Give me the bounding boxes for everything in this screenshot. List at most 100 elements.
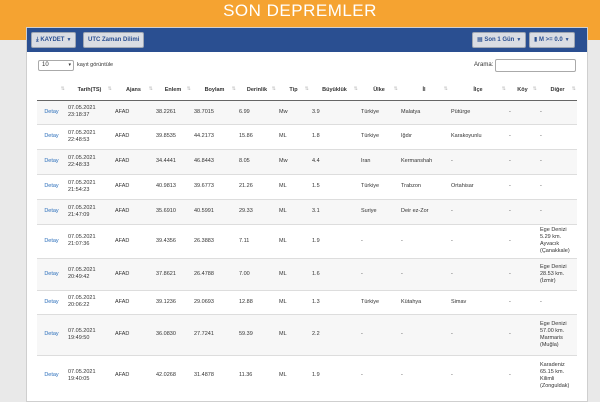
table-cell: Malatya	[399, 99, 449, 124]
table-cell: 37.8621	[154, 257, 192, 290]
table-cell: -	[538, 289, 577, 314]
table-cell: 31.4878	[192, 354, 237, 396]
page-title: SON DEPREMLER	[223, 1, 377, 20]
detail-link[interactable]: Detay	[37, 223, 66, 258]
table-cell: -	[507, 354, 538, 396]
table-cell: -	[538, 198, 577, 224]
detail-link[interactable]: Detay	[37, 354, 66, 396]
column-header-label: İlçe	[473, 87, 483, 94]
table-header-row: ⇅ Tarih(TS) ⇅ Ajans ⇅ Enlem ⇅ Boylam ⇅ Derinlik ⇅ T…	[37, 81, 577, 101]
signal-bars-icon: ▮	[534, 37, 538, 43]
column-header-1[interactable]: Tarih(TS) ⇅	[66, 81, 113, 101]
column-header-3[interactable]: Enlem ⇅	[154, 81, 192, 101]
table-cell: 1.5	[310, 173, 359, 199]
column-header-label: Köy	[517, 87, 528, 94]
table-cell: Karakoyunlu	[449, 123, 507, 149]
page-length-select[interactable]: 10 ▾	[38, 60, 74, 71]
time-range-button[interactable]: ▦ Son 1 Gün ▼	[472, 32, 527, 48]
table-cell: 6.99	[237, 99, 277, 124]
table-cell: AFAD	[113, 173, 154, 199]
table-cell: -	[449, 354, 507, 396]
toolbar: ⤓ KAYDET ▼ UTC Zaman Dilimi ▦ Son 1 Gün ▼ …	[27, 28, 587, 52]
earthquake-table: ⇅ Tarih(TS) ⇅ Ajans ⇅ Enlem ⇅ Boylam ⇅ Derinlik ⇅ T…	[37, 81, 577, 396]
table-cell: Ege Denizi 28.53 km. (İzmir)	[538, 257, 577, 290]
column-header-8[interactable]: Ülke ⇅	[359, 81, 399, 101]
sort-icon: ⇅	[304, 86, 309, 92]
table-cell: AFAD	[113, 123, 154, 149]
table-cell: 1.9	[310, 354, 359, 396]
table-cell: AFAD	[113, 148, 154, 174]
table-cell: 1.3	[310, 289, 359, 314]
table-cell: 39.4356	[154, 223, 192, 258]
table-cell: 07.05.2021 23:18:37	[66, 99, 113, 124]
column-header-4[interactable]: Boylam ⇅	[192, 81, 237, 101]
table-cell: -	[359, 257, 399, 290]
utc-timezone-button[interactable]: UTC Zaman Dilimi	[83, 32, 145, 48]
table-cell: -	[399, 354, 449, 396]
detail-link[interactable]: Detay	[37, 257, 66, 290]
table-cell: AFAD	[113, 198, 154, 224]
table-cell: -	[399, 313, 449, 355]
table-cell: -	[507, 123, 538, 149]
table-cell: ML	[277, 313, 310, 355]
table-cell: 26.4788	[192, 257, 237, 290]
table-cell: ML	[277, 198, 310, 224]
column-header-12[interactable]: Diğer ⇅	[538, 81, 577, 101]
column-header-0[interactable]: ⇅	[37, 81, 66, 101]
sort-icon: ⇅	[186, 86, 191, 92]
table-cell: 27.7241	[192, 313, 237, 355]
save-button[interactable]: ⤓ KAYDET ▼	[31, 32, 77, 48]
table-cell: Suriye	[359, 198, 399, 224]
table-cell: Iğdır	[399, 123, 449, 149]
utc-button-label: UTC Zaman Dilimi	[88, 37, 140, 43]
table-cell: Trabzon	[399, 173, 449, 199]
table-cell: 39.6773	[192, 173, 237, 199]
table-cell: 38.2261	[154, 99, 192, 124]
column-header-2[interactable]: Ajans ⇅	[113, 81, 154, 101]
table-cell: Pütürge	[449, 99, 507, 124]
table-cell: Türkiye	[359, 123, 399, 149]
detail-link[interactable]: Detay	[37, 148, 66, 174]
detail-link[interactable]: Detay	[37, 313, 66, 355]
column-header-label: Ülke	[373, 87, 385, 94]
magnitude-filter-label: M >= 0.0	[538, 37, 563, 43]
column-header-10[interactable]: İlçe ⇅	[449, 81, 507, 101]
table-cell: 39.1236	[154, 289, 192, 314]
page-length-value: 10	[42, 62, 49, 68]
sort-icon: ⇅	[571, 86, 576, 92]
table-cell: -	[359, 354, 399, 396]
search-input[interactable]	[495, 59, 576, 72]
table-cell: Türkiye	[359, 173, 399, 199]
table-cell: 26.3883	[192, 223, 237, 258]
table-cell: 07.05.2021 21:47:09	[66, 198, 113, 224]
table-cell: -	[399, 223, 449, 258]
table-cell: Ege Denizi 5.29 km. Ayvacık (Çanakkale)	[538, 223, 577, 258]
column-header-11[interactable]: Köy ⇅	[507, 81, 538, 101]
detail-link[interactable]: Detay	[37, 289, 66, 314]
column-header-9[interactable]: İl ⇅	[399, 81, 449, 101]
column-header-5[interactable]: Derinlik ⇅	[237, 81, 277, 101]
table-cell: -	[538, 173, 577, 199]
magnitude-filter-button[interactable]: ▮ M >= 0.0 ▼	[529, 32, 575, 48]
table-cell: -	[359, 223, 399, 258]
column-header-label: Tip	[289, 87, 298, 94]
chevron-down-icon: ▾	[68, 62, 71, 68]
page-length-label: kayıt görüntüle	[77, 62, 114, 68]
sort-icon: ⇅	[231, 86, 236, 92]
detail-link[interactable]: Detay	[37, 123, 66, 149]
table-cell: 42.0268	[154, 354, 192, 396]
column-header-7[interactable]: Büyüklük ⇅	[310, 81, 359, 101]
detail-link[interactable]: Detay	[37, 198, 66, 224]
detail-link[interactable]: Detay	[37, 173, 66, 199]
table-cell: 07.05.2021 21:54:23	[66, 173, 113, 199]
table-cell: 39.8535	[154, 123, 192, 149]
table-cell: -	[538, 99, 577, 124]
table-cell: ML	[277, 257, 310, 290]
column-header-6[interactable]: Tip ⇅	[277, 81, 310, 101]
calendar-icon: ▦	[477, 37, 483, 43]
column-header-label: Büyüklük	[322, 87, 347, 94]
table-row: Detay 07.05.2021 21:47:09 AFAD 35.6910 40.59…	[37, 198, 577, 224]
detail-link[interactable]: Detay	[37, 99, 66, 124]
table-cell: 3.1	[310, 198, 359, 224]
table-cell: 7.00	[237, 257, 277, 290]
